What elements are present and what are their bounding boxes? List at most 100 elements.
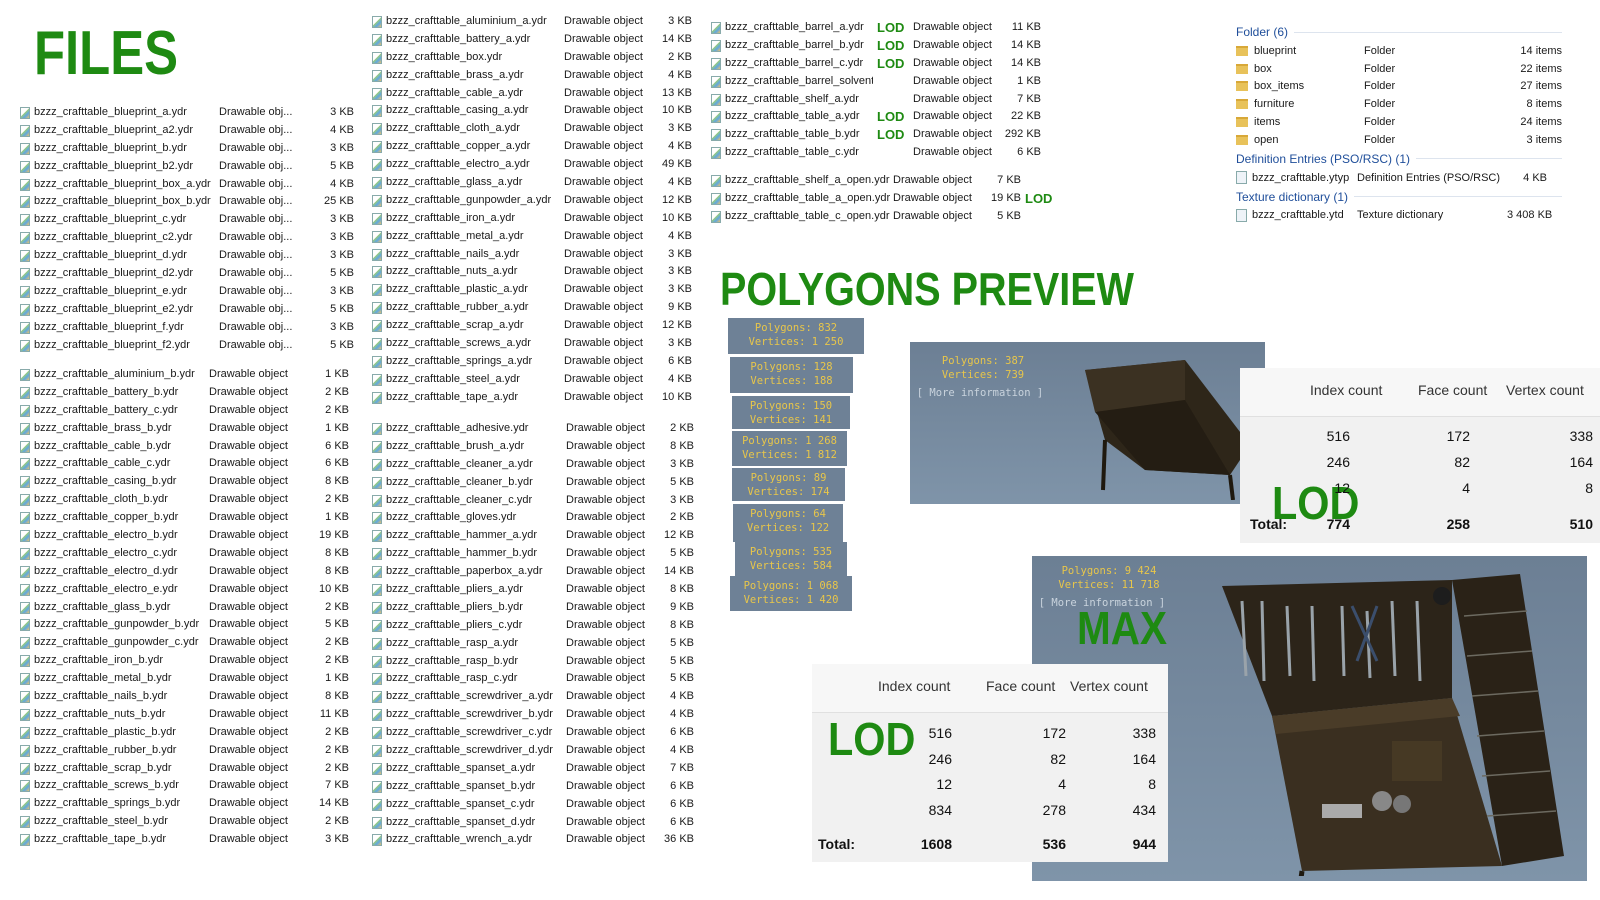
- file-row[interactable]: bzzz_crafttable_nuts_a.ydr Drawable objec…: [372, 263, 692, 281]
- file-row[interactable]: bzzz_crafttable_paperbox_a.ydr Drawable o…: [372, 563, 694, 581]
- file-row[interactable]: bzzz_crafttable_aluminium_a.ydr Drawable …: [372, 13, 692, 31]
- file-row[interactable]: bzzz_crafttable_blueprint_a2.ydr Drawable…: [20, 122, 354, 140]
- file-row[interactable]: bzzz_crafttable_electro_a.ydr Drawable ob…: [372, 156, 692, 174]
- file-row[interactable]: bzzz_crafttable_blueprint_box_b.ydr Drawa…: [20, 193, 354, 211]
- file-row[interactable]: bzzz_crafttable_gunpowder_a.ydr Drawable …: [372, 192, 692, 210]
- file-row[interactable]: bzzz_crafttable_plastic_b.ydr Drawable ob…: [20, 724, 349, 742]
- folder-row[interactable]: box_items Folder 27 items: [1236, 78, 1562, 96]
- file-row[interactable]: bzzz_crafttable_brass_b.ydr Drawable obje…: [20, 420, 349, 438]
- file-row[interactable]: bzzz_crafttable_table_b.ydr LOD Drawable o…: [711, 126, 1041, 144]
- file-row[interactable]: bzzz_crafttable_spanset_a.ydr Drawable ob…: [372, 760, 694, 778]
- file-row[interactable]: bzzz_crafttable_blueprint_b2.ydr Drawable…: [20, 158, 354, 176]
- file-row[interactable]: bzzz_crafttable_brush_a.ydr Drawable obje…: [372, 438, 694, 456]
- file-row[interactable]: bzzz_crafttable_table_c.ydr Drawable obje…: [711, 144, 1041, 162]
- file-row[interactable]: bzzz_crafttable_brass_a.ydr Drawable obje…: [372, 67, 692, 85]
- file-row[interactable]: bzzz_crafttable_blueprint_box_a.ydr Drawa…: [20, 176, 354, 194]
- file-row[interactable]: bzzz_crafttable_blueprint_d2.ydr Drawable…: [20, 265, 354, 283]
- file-row[interactable]: bzzz_crafttable_battery_a.ydr Drawable ob…: [372, 31, 692, 49]
- texture-group-header[interactable]: Texture dictionary (1): [1236, 187, 1562, 207]
- folder-row[interactable]: furniture Folder 8 items: [1236, 95, 1562, 113]
- file-row[interactable]: bzzz_crafttable_screws_a.ydr Drawable obj…: [372, 335, 692, 353]
- file-row[interactable]: bzzz_crafttable_aluminium_b.ydr Drawable …: [20, 366, 349, 384]
- file-row[interactable]: bzzz_crafttable_table_c_open.ydr Drawable…: [711, 208, 1052, 226]
- folder-row[interactable]: box Folder 22 items: [1236, 60, 1562, 78]
- file-row[interactable]: bzzz_crafttable_nails_b.ydr Drawable obje…: [20, 688, 349, 706]
- file-row[interactable]: bzzz_crafttable_metal_a.ydr Drawable obje…: [372, 228, 692, 246]
- file-row[interactable]: bzzz_crafttable_metal_b.ydr Drawable obje…: [20, 670, 349, 688]
- file-row[interactable]: bzzz_crafttable_blueprint_a.ydr Drawable …: [20, 104, 354, 122]
- file-row[interactable]: bzzz_crafttable_wrench_a.ydr Drawable obj…: [372, 831, 694, 849]
- file-row[interactable]: bzzz_crafttable_gunpowder_b.ydr Drawable …: [20, 616, 349, 634]
- file-row[interactable]: bzzz_crafttable_spanset_b.ydr Drawable ob…: [372, 778, 694, 796]
- file-row[interactable]: bzzz_crafttable_blueprint_b.ydr Drawable …: [20, 140, 354, 158]
- file-row[interactable]: bzzz_crafttable_springs_b.ydr Drawable ob…: [20, 795, 349, 813]
- file-row[interactable]: bzzz_crafttable_copper_a.ydr Drawable obj…: [372, 138, 692, 156]
- file-row[interactable]: bzzz_crafttable_electro_c.ydr Drawable ob…: [20, 545, 349, 563]
- file-row[interactable]: bzzz_crafttable_box.ydr Drawable object 2 …: [372, 49, 692, 67]
- file-row[interactable]: bzzz_crafttable_pliers_b.ydr Drawable obj…: [372, 599, 694, 617]
- file-row[interactable]: bzzz_crafttable_barrel_b.ydr LOD Drawable …: [711, 37, 1041, 55]
- file-row[interactable]: bzzz_crafttable_cable_a.ydr Drawable obje…: [372, 85, 692, 103]
- file-row[interactable]: bzzz_crafttable_steel_a.ydr Drawable obje…: [372, 371, 692, 389]
- file-row[interactable]: bzzz_crafttable_barrel_c.ydr LOD Drawable …: [711, 55, 1041, 73]
- definition-group-header[interactable]: Definition Entries (PSO/RSC) (1): [1236, 149, 1562, 169]
- file-row[interactable]: bzzz_crafttable_iron_a.ydr Drawable objec…: [372, 210, 692, 228]
- file-row[interactable]: bzzz_crafttable_hammer_a.ydr Drawable obj…: [372, 527, 694, 545]
- file-row[interactable]: bzzz_crafttable_cable_c.ydr Drawable obje…: [20, 455, 349, 473]
- file-row[interactable]: bzzz_crafttable_nails_a.ydr Drawable obje…: [372, 246, 692, 264]
- file-row[interactable]: bzzz_crafttable_cloth_b.ydr Drawable obje…: [20, 491, 349, 509]
- file-row[interactable]: bzzz_crafttable_gloves.ydr Drawable objec…: [372, 509, 694, 527]
- file-row[interactable]: bzzz_crafttable_shelf_a_open.ydr Drawable…: [711, 172, 1052, 190]
- file-row[interactable]: bzzz_crafttable_cloth_a.ydr Drawable obje…: [372, 120, 692, 138]
- file-row[interactable]: bzzz_crafttable_blueprint_e2.ydr Drawable…: [20, 301, 354, 319]
- file-row[interactable]: bzzz_crafttable_scrap_b.ydr Drawable obje…: [20, 760, 349, 778]
- file-row[interactable]: bzzz_crafttable_blueprint_f2.ydr Drawable…: [20, 337, 354, 355]
- file-row[interactable]: bzzz_crafttable_electro_e.ydr Drawable ob…: [20, 581, 349, 599]
- file-row[interactable]: bzzz_crafttable_electro_d.ydr Drawable ob…: [20, 563, 349, 581]
- file-row[interactable]: bzzz_crafttable_table_a_open.ydr Drawable…: [711, 190, 1052, 208]
- ytd-file-row[interactable]: bzzz_crafttable.ytd Texture dictionary 3…: [1236, 207, 1562, 225]
- file-row[interactable]: bzzz_crafttable_tape_a.ydr Drawable objec…: [372, 389, 692, 407]
- file-row[interactable]: bzzz_crafttable_springs_a.ydr Drawable ob…: [372, 353, 692, 371]
- file-row[interactable]: bzzz_crafttable_iron_b.ydr Drawable objec…: [20, 652, 349, 670]
- file-row[interactable]: bzzz_crafttable_rubber_a.ydr Drawable obj…: [372, 299, 692, 317]
- file-row[interactable]: bzzz_crafttable_plastic_a.ydr Drawable ob…: [372, 281, 692, 299]
- folder-row[interactable]: open Folder 3 items: [1236, 131, 1562, 149]
- file-row[interactable]: bzzz_crafttable_screws_b.ydr Drawable obj…: [20, 777, 349, 795]
- file-row[interactable]: bzzz_crafttable_screwdriver_d.ydr Drawabl…: [372, 742, 694, 760]
- more-information-link[interactable]: [ More information ]: [910, 386, 1050, 400]
- file-row[interactable]: bzzz_crafttable_blueprint_c2.ydr Drawable…: [20, 229, 354, 247]
- file-row[interactable]: bzzz_crafttable_blueprint_f.ydr Drawable …: [20, 319, 354, 337]
- file-row[interactable]: bzzz_crafttable_screwdriver_a.ydr Drawabl…: [372, 688, 694, 706]
- file-row[interactable]: bzzz_crafttable_gunpowder_c.ydr Drawable …: [20, 634, 349, 652]
- file-row[interactable]: bzzz_crafttable_screwdriver_c.ydr Drawabl…: [372, 724, 694, 742]
- file-row[interactable]: bzzz_crafttable_pliers_c.ydr Drawable obj…: [372, 617, 694, 635]
- file-row[interactable]: bzzz_crafttable_rasp_c.ydr Drawable objec…: [372, 670, 694, 688]
- ytyp-file-row[interactable]: bzzz_crafttable.ytyp Definition Entries …: [1236, 169, 1562, 187]
- file-row[interactable]: bzzz_crafttable_battery_c.ydr Drawable ob…: [20, 402, 349, 420]
- file-row[interactable]: bzzz_crafttable_nuts_b.ydr Drawable objec…: [20, 706, 349, 724]
- file-row[interactable]: bzzz_crafttable_rasp_a.ydr Drawable objec…: [372, 635, 694, 653]
- file-row[interactable]: bzzz_crafttable_screwdriver_b.ydr Drawabl…: [372, 706, 694, 724]
- file-row[interactable]: bzzz_crafttable_spanset_c.ydr Drawable ob…: [372, 796, 694, 814]
- file-row[interactable]: bzzz_crafttable_spanset_d.ydr Drawable ob…: [372, 814, 694, 832]
- file-row[interactable]: bzzz_crafttable_hammer_b.ydr Drawable obj…: [372, 545, 694, 563]
- file-row[interactable]: bzzz_crafttable_glass_b.ydr Drawable obje…: [20, 599, 349, 617]
- file-row[interactable]: bzzz_crafttable_blueprint_e.ydr Drawable …: [20, 283, 354, 301]
- file-row[interactable]: bzzz_crafttable_cleaner_b.ydr Drawable ob…: [372, 474, 694, 492]
- file-row[interactable]: bzzz_crafttable_rubber_b.ydr Drawable obj…: [20, 742, 349, 760]
- file-row[interactable]: bzzz_crafttable_cable_b.ydr Drawable obje…: [20, 438, 349, 456]
- file-row[interactable]: bzzz_crafttable_casing_a.ydr Drawable obj…: [372, 102, 692, 120]
- file-row[interactable]: bzzz_crafttable_electro_b.ydr Drawable ob…: [20, 527, 349, 545]
- file-row[interactable]: bzzz_crafttable_cleaner_c.ydr Drawable ob…: [372, 492, 694, 510]
- file-row[interactable]: bzzz_crafttable_blueprint_d.ydr Drawable …: [20, 247, 354, 265]
- file-row[interactable]: bzzz_crafttable_blueprint_c.ydr Drawable …: [20, 211, 354, 229]
- file-row[interactable]: bzzz_crafttable_copper_b.ydr Drawable obj…: [20, 509, 349, 527]
- file-row[interactable]: bzzz_crafttable_barrel_a.ydr LOD Drawable …: [711, 19, 1041, 37]
- file-row[interactable]: bzzz_crafttable_battery_b.ydr Drawable ob…: [20, 384, 349, 402]
- file-row[interactable]: bzzz_crafttable_glass_a.ydr Drawable obje…: [372, 174, 692, 192]
- file-row[interactable]: bzzz_crafttable_tape_b.ydr Drawable objec…: [20, 831, 349, 849]
- file-row[interactable]: bzzz_crafttable_rasp_b.ydr Drawable objec…: [372, 653, 694, 671]
- folder-group-header[interactable]: Folder (6): [1236, 22, 1562, 42]
- file-row[interactable]: bzzz_crafttable_cleaner_a.ydr Drawable ob…: [372, 456, 694, 474]
